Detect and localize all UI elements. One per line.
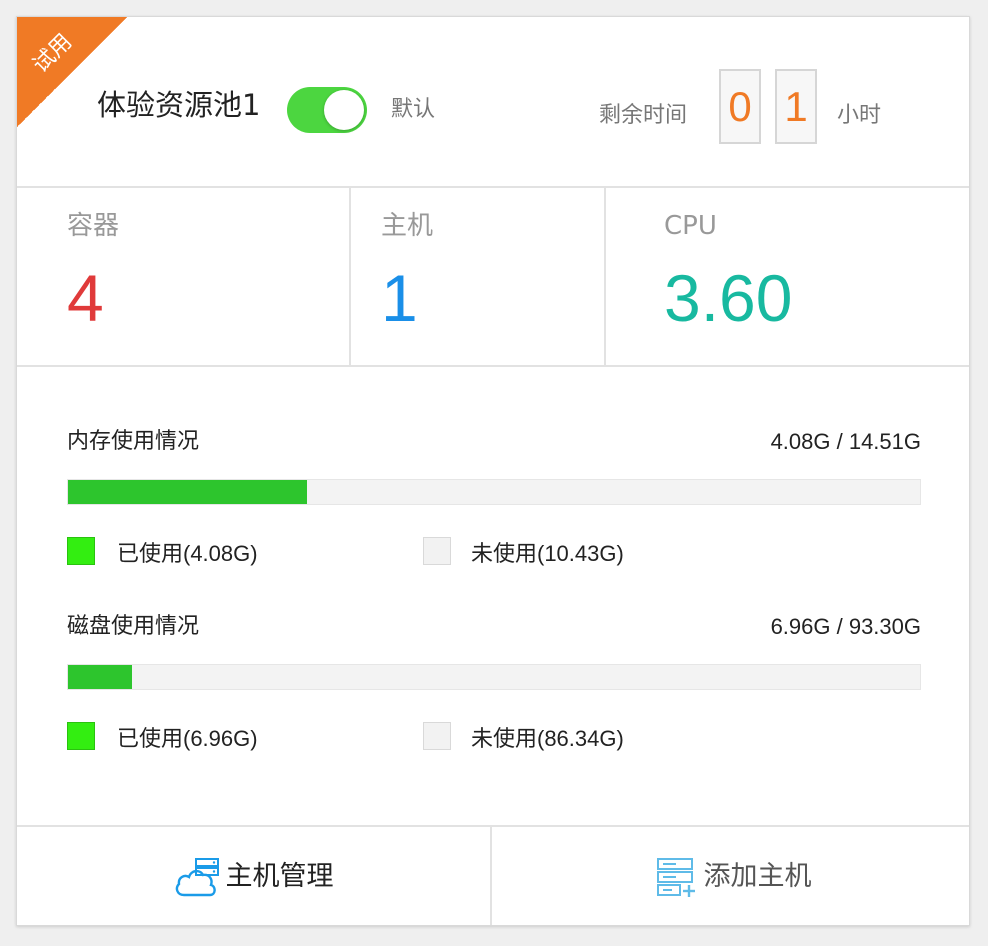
memory-usage-title: 内存使用情况: [67, 429, 200, 454]
memory-used-label: 已使用(4.08G): [117, 541, 258, 566]
disk-progress-bar: [67, 664, 921, 690]
add-server-icon: [656, 858, 695, 897]
memory-progress-bar: [67, 479, 921, 505]
used-legend-swatch: [67, 722, 95, 750]
default-toggle[interactable]: [287, 87, 367, 133]
resource-pool-card: 试用 体验资源池1 默认 剩余时间 0 1 小时 容器 4 主机 1 CPU 3…: [16, 16, 970, 926]
card-footer: 主机管理 添加主机: [17, 825, 969, 925]
disk-used-label: 已使用(6.96G): [117, 726, 258, 751]
hour-unit-label: 小时: [837, 103, 882, 128]
remaining-digit-ones: 1: [775, 69, 817, 144]
cloud-server-icon: [175, 858, 219, 897]
default-label: 默认: [391, 97, 436, 122]
host-manage-label: 主机管理: [225, 861, 334, 892]
memory-usage-total: 4.08G / 14.51G: [770, 429, 921, 454]
used-legend-swatch: [67, 537, 95, 565]
add-host-label: 添加主机: [703, 861, 812, 892]
disk-free-label: 未使用(86.34G): [471, 726, 624, 751]
stat-value: 1: [381, 261, 418, 335]
stat-hosts: 主机 1: [351, 188, 606, 365]
disk-usage-title: 磁盘使用情况: [67, 614, 200, 639]
remaining-time-label: 剩余时间: [599, 103, 688, 128]
memory-free-label: 未使用(10.43G): [471, 541, 624, 566]
trial-badge-text: 试用: [28, 29, 78, 79]
stat-label: 主机: [381, 211, 434, 241]
card-header: 试用 体验资源池1 默认 剩余时间 0 1 小时: [17, 17, 969, 186]
stats-row: 容器 4 主机 1 CPU 3.60: [17, 186, 969, 367]
remaining-digit-tens: 0: [719, 69, 761, 144]
stat-label: 容器: [67, 211, 120, 241]
stat-label: CPU: [664, 211, 717, 241]
host-manage-button[interactable]: 主机管理: [17, 827, 492, 925]
toggle-knob: [324, 90, 364, 130]
disk-usage-total: 6.96G / 93.30G: [770, 614, 921, 639]
stat-value: 4: [67, 261, 104, 335]
stat-containers: 容器 4: [17, 188, 351, 365]
memory-progress-fill: [68, 480, 308, 504]
pool-name: 体验资源池1: [97, 88, 261, 122]
free-legend-swatch: [423, 537, 451, 565]
stat-cpu: CPU 3.60: [606, 188, 969, 365]
stat-value: 3.60: [664, 261, 793, 335]
free-legend-swatch: [423, 722, 451, 750]
disk-progress-fill: [68, 665, 132, 689]
add-host-button[interactable]: 添加主机: [492, 827, 969, 925]
